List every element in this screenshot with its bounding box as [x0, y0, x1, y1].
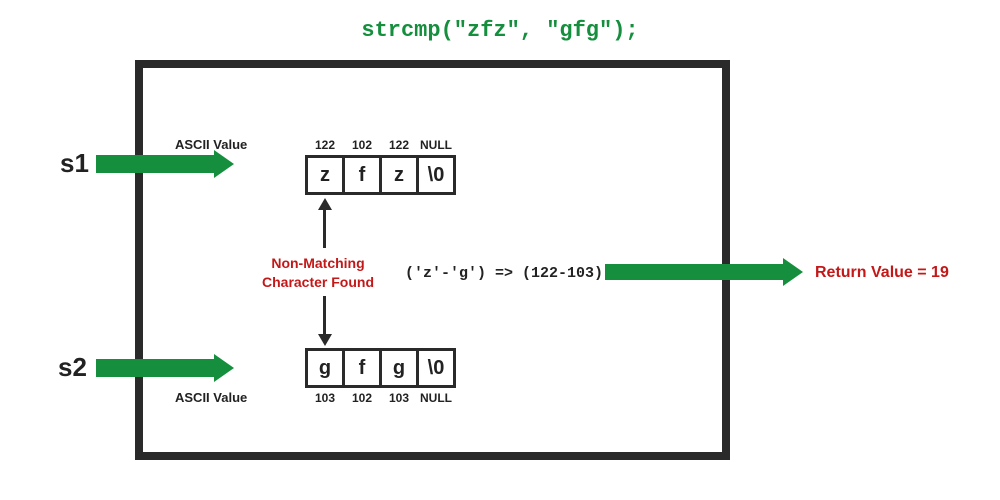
s1-char-1: f	[359, 164, 366, 187]
s2-char-3: \0	[428, 357, 445, 380]
s2-cell-0: g 103	[305, 348, 345, 388]
s2-cell-2: g 103	[379, 348, 419, 388]
s1-cell-2: z 122	[379, 155, 419, 195]
nonmatch-line2: Character Found	[262, 273, 374, 292]
s2-ascii-0: 103	[305, 391, 345, 405]
s1-cell-3: \0 NULL	[416, 155, 456, 195]
arrow-output	[605, 264, 785, 280]
s1-char-2: z	[394, 164, 404, 187]
s2-char-2: g	[393, 357, 405, 380]
s2-cell-3: \0 NULL	[416, 348, 456, 388]
nonmatch-line1: Non-Matching	[262, 254, 374, 273]
s2-label: s2	[58, 352, 87, 383]
diagram-title: strcmp("zfz", "gfg");	[0, 18, 1000, 43]
s2-cell-1: f 102	[342, 348, 382, 388]
s2-row: g 103 f 102 g 103 \0 NULL	[305, 348, 456, 388]
s2-ascii-3: NULL	[416, 391, 456, 405]
s1-cell-0: z 122	[305, 155, 345, 195]
s1-row: z 122 f 102 z 122 \0 NULL	[305, 155, 456, 195]
s1-ascii-1: 102	[342, 138, 382, 152]
s1-ascii-label: ASCII Value	[175, 137, 247, 152]
s1-label: s1	[60, 148, 89, 179]
arrow-s1-in	[96, 155, 216, 173]
s2-ascii-label: ASCII Value	[175, 390, 247, 405]
s1-char-3: \0	[428, 164, 445, 187]
s1-ascii-2: 122	[379, 138, 419, 152]
s2-ascii-2: 103	[379, 391, 419, 405]
calc-text: ('z'-'g') => (122-103)	[405, 265, 603, 282]
s1-char-0: z	[320, 164, 330, 187]
s2-char-0: g	[319, 357, 331, 380]
arrow-up-icon	[323, 208, 326, 248]
return-text: Return Value = 19	[815, 264, 949, 282]
s1-ascii-3: NULL	[416, 138, 456, 152]
s2-ascii-1: 102	[342, 391, 382, 405]
s1-ascii-0: 122	[305, 138, 345, 152]
s2-char-1: f	[359, 357, 366, 380]
nonmatch-text: Non-Matching Character Found	[262, 254, 374, 292]
s1-cell-1: f 102	[342, 155, 382, 195]
arrow-s2-in	[96, 359, 216, 377]
arrow-down-icon	[323, 296, 326, 336]
